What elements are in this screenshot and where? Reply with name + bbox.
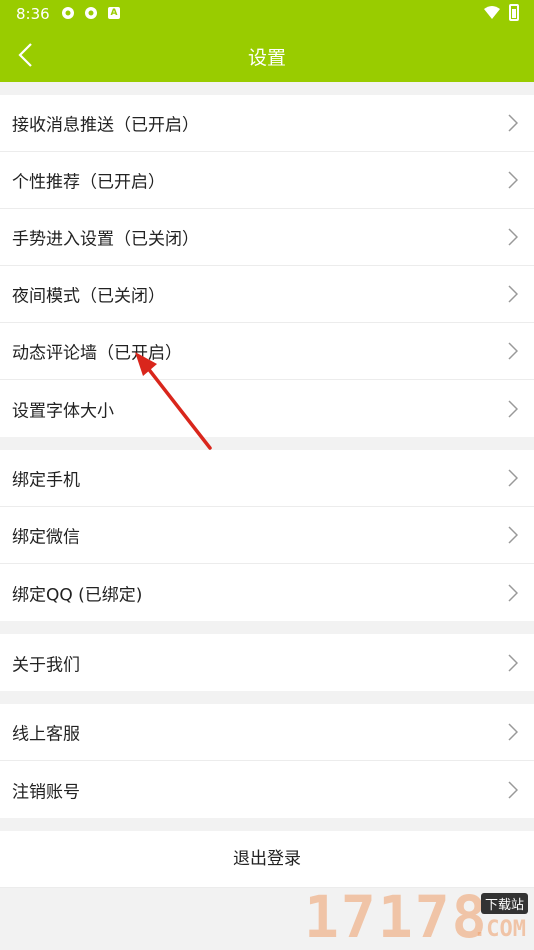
chevron-right-icon	[508, 171, 518, 189]
chevron-right-icon	[508, 653, 518, 672]
setting-delete-account[interactable]: 注销账号	[0, 761, 534, 818]
setting-about-us[interactable]: 关于我们	[0, 634, 534, 691]
setting-label: 设置字体大小	[12, 401, 114, 421]
chevron-right-icon	[508, 780, 518, 799]
setting-night-mode[interactable]: 夜间模式（已关闭）	[0, 266, 534, 323]
app-notification-icon: A	[108, 7, 120, 19]
watermark-suffix: .COM	[473, 917, 526, 942]
setting-label: 绑定微信	[12, 527, 80, 548]
setting-label: 夜间模式（已关闭）	[12, 286, 165, 307]
watermark-logo: 17178 下载站 .COM	[304, 885, 528, 947]
setting-online-support[interactable]: 线上客服	[0, 704, 534, 761]
setting-label: 绑定手机	[12, 470, 80, 491]
setting-gesture-entry[interactable]: 手势进入设置（已关闭）	[0, 209, 534, 266]
chevron-right-icon	[508, 526, 518, 544]
app-header: 8:36 A 设置	[0, 0, 534, 82]
setting-push-notifications[interactable]: 接收消息推送（已开启）	[0, 95, 534, 152]
setting-label: 个性推荐（已开启）	[12, 172, 165, 193]
setting-label: 绑定QQ (已绑定)	[12, 585, 143, 605]
setting-bind-phone[interactable]: 绑定手机	[0, 450, 534, 507]
chevron-right-icon	[508, 228, 518, 246]
status-time: 8:36	[16, 5, 50, 23]
notification-icon	[62, 7, 74, 19]
setting-bind-wechat[interactable]: 绑定微信	[0, 507, 534, 564]
about-group: 关于我们	[0, 634, 534, 691]
chevron-right-icon	[508, 114, 518, 132]
setting-label: 关于我们	[12, 655, 80, 675]
watermark-badge: 下载站	[480, 893, 528, 914]
notification-icon	[85, 7, 97, 19]
binding-group: 绑定手机 绑定微信 绑定QQ (已绑定)	[0, 450, 534, 621]
wifi-icon	[484, 6, 500, 19]
service-group: 线上客服 注销账号	[0, 704, 534, 818]
settings-group: 接收消息推送（已开启） 个性推荐（已开启） 手势进入设置（已关闭） 夜间模式（已…	[0, 95, 534, 437]
setting-label: 线上客服	[12, 724, 80, 745]
setting-comment-wall[interactable]: 动态评论墙（已开启）	[0, 323, 534, 380]
setting-label: 手势进入设置（已关闭）	[12, 229, 199, 250]
chevron-right-icon	[508, 285, 518, 303]
setting-bind-qq[interactable]: 绑定QQ (已绑定)	[0, 564, 534, 621]
watermark-digits: 17178	[304, 883, 489, 950]
chevron-right-icon	[508, 469, 518, 487]
setting-label: 接收消息推送（已开启）	[12, 115, 199, 136]
battery-icon	[509, 4, 519, 21]
page-title: 设置	[247, 47, 286, 69]
status-bar: 8:36 A	[0, 0, 534, 28]
logout-button[interactable]: 退出登录	[0, 831, 534, 888]
chevron-right-icon	[508, 399, 518, 418]
setting-font-size[interactable]: 设置字体大小	[0, 380, 534, 437]
setting-personalized-recommendation[interactable]: 个性推荐（已开启）	[0, 152, 534, 209]
chevron-right-icon	[508, 723, 518, 741]
setting-label: 注销账号	[12, 782, 80, 802]
chevron-right-icon	[508, 583, 518, 602]
chevron-right-icon	[508, 342, 518, 360]
setting-label: 动态评论墙（已开启）	[12, 343, 182, 364]
